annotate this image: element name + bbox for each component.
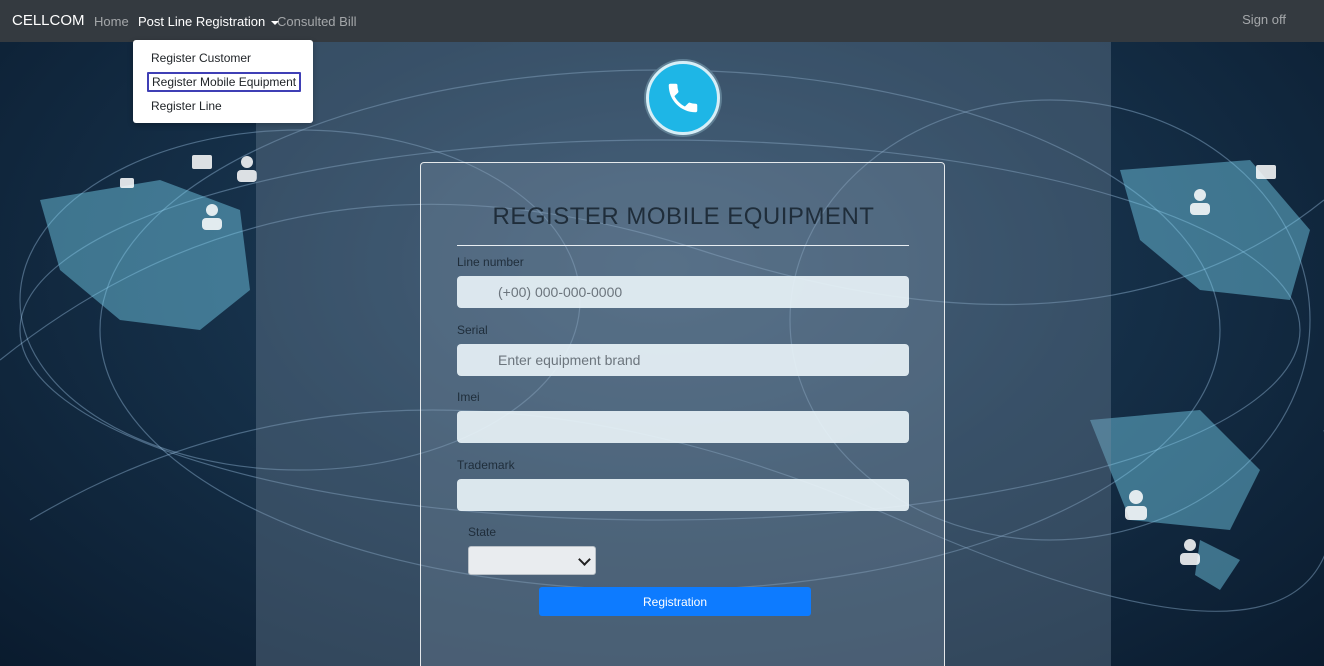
imei-input[interactable] xyxy=(457,411,909,443)
state-label: State xyxy=(468,525,497,539)
sign-off-link[interactable]: Sign off xyxy=(1242,12,1286,27)
register-equipment-form: REGISTER MOBILE EQUIPMENT Line number (+… xyxy=(420,162,945,666)
chevron-down-icon xyxy=(578,553,591,566)
phone-handset-icon xyxy=(668,83,698,113)
menu-item-register-mobile-equipment[interactable]: Register Mobile Equipment xyxy=(147,72,302,92)
trademark-input[interactable] xyxy=(457,479,909,511)
line-number-input[interactable]: (+00) 000-000-0000 xyxy=(457,276,909,308)
nav-consulted-bill[interactable]: Consulted Bill xyxy=(277,14,357,29)
title-divider xyxy=(457,245,909,246)
menu-item-register-line[interactable]: Register Line xyxy=(151,99,222,113)
serial-input[interactable]: Enter equipment brand xyxy=(457,344,909,376)
form-title: REGISTER MOBILE EQUIPMENT xyxy=(492,203,875,230)
nav-home[interactable]: Home xyxy=(94,14,129,29)
trademark-label: Trademark xyxy=(457,458,515,472)
registration-button[interactable]: Registration xyxy=(539,587,811,616)
line-number-label: Line number xyxy=(457,255,524,269)
phone-icon xyxy=(646,61,720,135)
nav-post-line-registration[interactable]: Post Line Registration xyxy=(138,14,280,29)
serial-label: Serial xyxy=(457,323,488,337)
post-line-registration-dropdown: Register Customer Register Mobile Equipm… xyxy=(133,40,313,123)
brand-logo[interactable]: CELLCOM xyxy=(12,12,85,29)
state-select[interactable] xyxy=(468,546,596,575)
menu-item-register-customer[interactable]: Register Customer xyxy=(151,51,251,65)
nav-post-line-registration-label: Post Line Registration xyxy=(138,14,266,29)
imei-label: Imei xyxy=(457,390,480,404)
top-navbar: CELLCOM Home Post Line Registration Cons… xyxy=(0,0,1324,42)
